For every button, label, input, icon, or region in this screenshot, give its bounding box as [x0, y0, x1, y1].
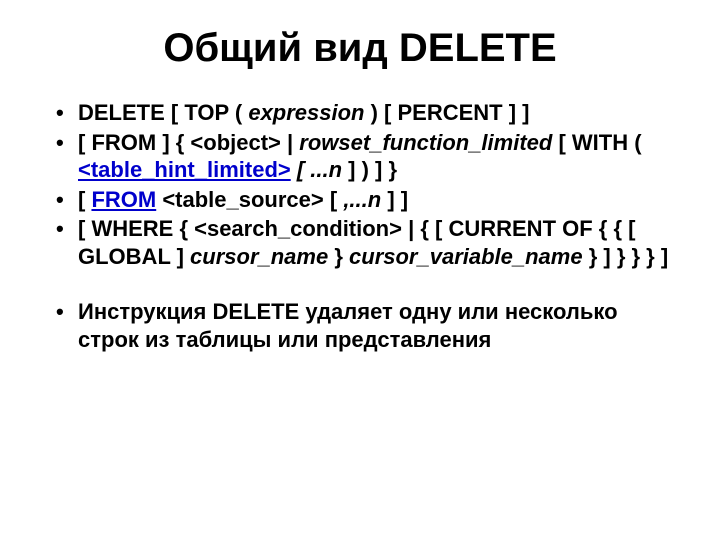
slide-title: Общий вид DELETE [50, 26, 670, 71]
cursor-var: cursor_variable_name [349, 244, 589, 269]
bullet-list-2: Инструкция DELETE удаляет одну или неско… [50, 298, 670, 353]
bullet-2: [ FROM ] { <object> | rowset_function_li… [50, 129, 670, 184]
bullet-4: [ WHERE { <search_condition> | { [ CURRE… [50, 215, 670, 270]
link-from[interactable]: FROM [91, 187, 156, 212]
dotsn: ,...n [343, 187, 381, 212]
dotsn: [ ...n [291, 157, 342, 182]
txt: ) [ PERCENT ] ] [371, 100, 530, 125]
txt: [ FROM ] { <object> | [78, 130, 293, 155]
txt: ] ) ] } [342, 157, 397, 182]
txt: } [328, 244, 349, 269]
bullet-3: [ FROM <table_source> [ ,...n ] ] [50, 186, 670, 214]
bullet-1: DELETE [ TOP ( expression ) [ PERCENT ] … [50, 99, 670, 127]
txt: <table_source> [ [156, 187, 343, 212]
txt: } ] } } } ] [589, 244, 668, 269]
rowset: rowset_function_limited [293, 130, 558, 155]
bullet-desc: Инструкция DELETE удаляет одну или неско… [50, 298, 670, 353]
cursor-name: cursor_name [190, 244, 328, 269]
link-table-hint-limited[interactable]: <table_hint_limited> [78, 157, 291, 182]
txt: ] ] [381, 187, 408, 212]
bullet-list: DELETE [ TOP ( expression ) [ PERCENT ] … [50, 99, 670, 270]
txt: [ TOP ( [165, 100, 242, 125]
txt: [ WITH ( [558, 130, 641, 155]
expr: expression [242, 100, 370, 125]
kw-delete: DELETE [78, 100, 165, 125]
txt: [ [78, 187, 91, 212]
